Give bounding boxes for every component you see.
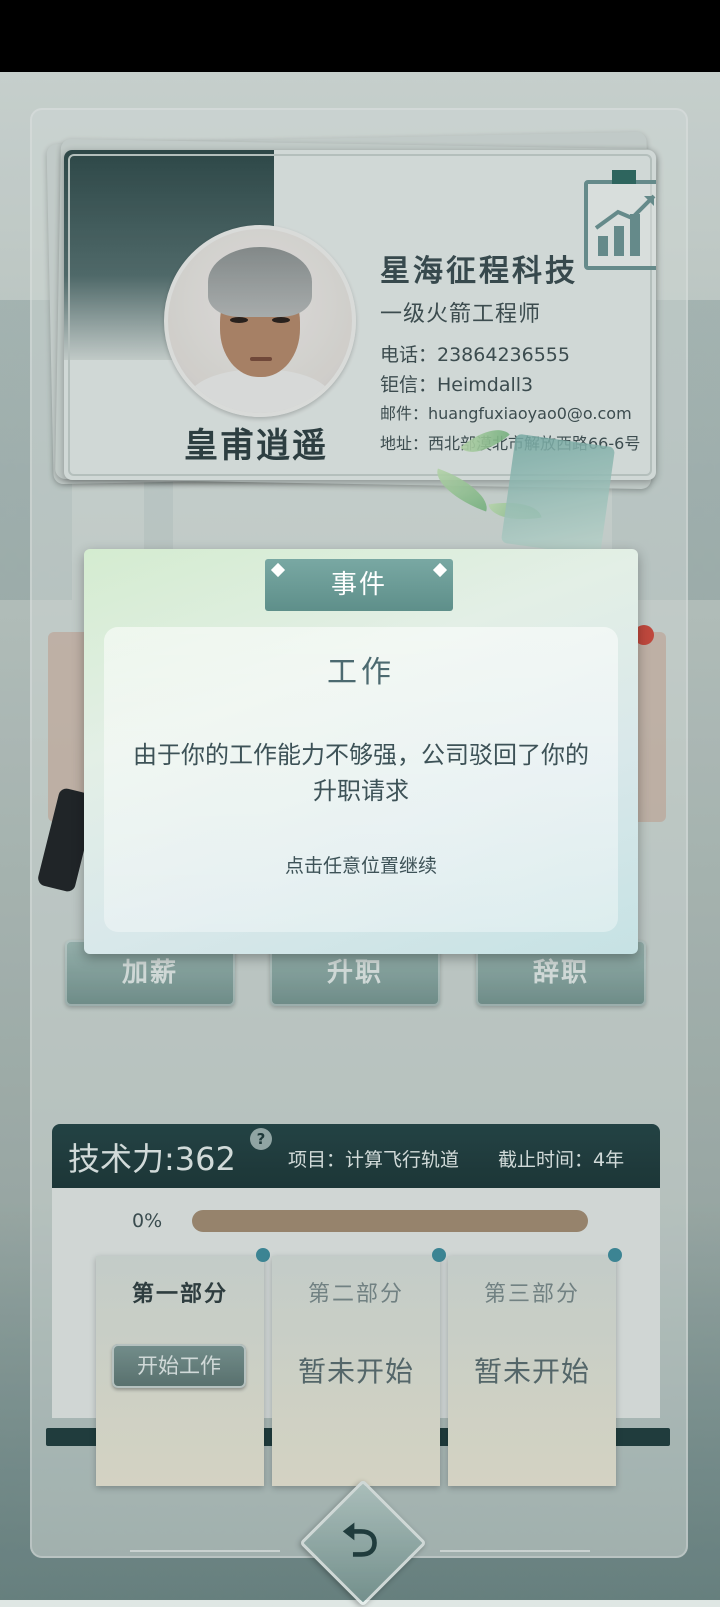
dialog-heading: 工作 xyxy=(327,655,395,690)
dialog-tag-label: 事件 xyxy=(330,570,387,600)
continue-hint: 点击任意位置继续 xyxy=(284,855,437,877)
event-dialog[interactable]: 事件 工作 由于你的工作能力不够强，公司驳回了你的升职请求 点击任意位置继续 xyxy=(84,549,638,954)
dialog-tag: 事件 xyxy=(265,559,453,611)
status-bar xyxy=(0,0,720,72)
dialog-message: 由于你的工作能力不够强，公司驳回了你的升职请求 xyxy=(133,741,589,805)
